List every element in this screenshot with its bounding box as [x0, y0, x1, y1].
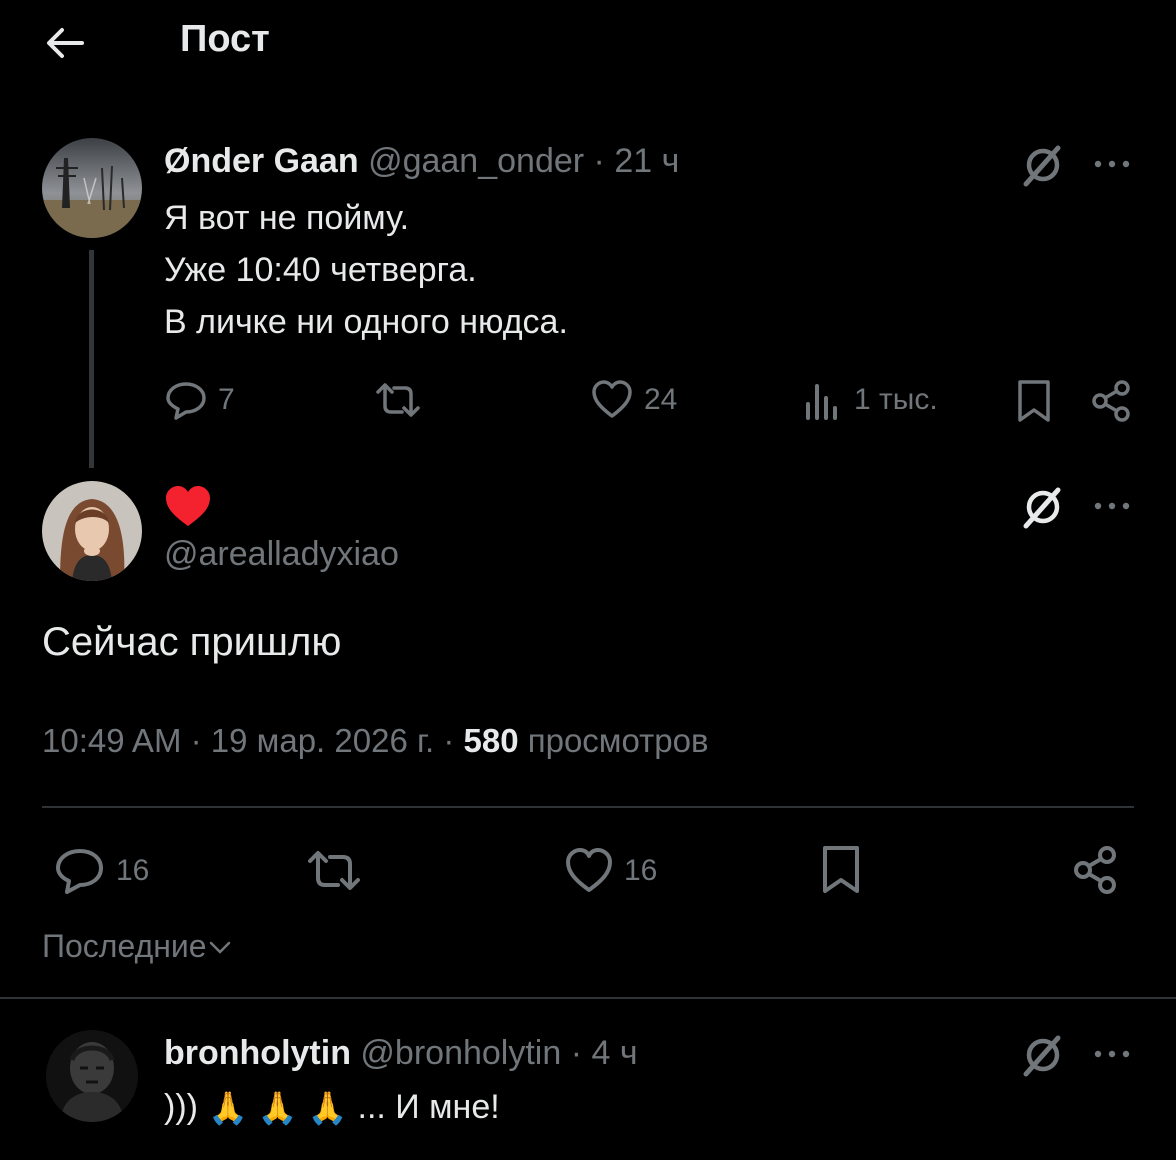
more-button[interactable]: [1090, 142, 1134, 186]
views-label: просмотров: [527, 722, 709, 759]
post-time[interactable]: 21 ч: [614, 142, 679, 180]
post-time[interactable]: 4 ч: [592, 1034, 638, 1072]
reply-count: 16: [116, 854, 150, 887]
more-dots-icon: [1094, 1050, 1130, 1058]
reply-icon: [56, 849, 103, 894]
more-dots-icon: [1094, 502, 1130, 510]
sort-label: Последние: [42, 928, 207, 964]
author-name[interactable]: Ønder Gaan: [164, 142, 359, 180]
grok-icon: [1023, 145, 1061, 187]
avatar[interactable]: [42, 138, 142, 238]
grok-button[interactable]: [1018, 482, 1068, 532]
post-header: Ønder Gaan @gaan_onder · 21 ч: [164, 142, 679, 181]
author-name[interactable]: bronholytin: [164, 1034, 351, 1072]
grok-button[interactable]: [1018, 140, 1068, 190]
like-button[interactable]: 24: [590, 378, 677, 422]
post-text: ))) 🙏 🙏 🙏 ... И мне!: [164, 1088, 500, 1127]
post-text-start: ))): [164, 1088, 198, 1126]
heart-icon: [566, 848, 612, 892]
grok-icon: [1023, 487, 1061, 529]
separator: ·: [443, 722, 455, 759]
back-button[interactable]: [40, 18, 90, 68]
avatar[interactable]: [46, 1030, 138, 1122]
bookmark-icon: [823, 846, 859, 893]
like-count: 16: [624, 854, 658, 887]
praying-hands-emoji: 🙏: [257, 1089, 298, 1126]
praying-hands-emoji: 🙏: [307, 1089, 348, 1126]
analytics-icon: [806, 384, 837, 420]
post-date[interactable]: 19 мар. 2026 г.: [211, 722, 434, 759]
grok-icon: [1023, 1035, 1061, 1077]
display-name[interactable]: [164, 484, 212, 528]
bookmark-button[interactable]: [818, 844, 864, 896]
repost-button[interactable]: [374, 378, 422, 422]
views-count: 580: [463, 722, 519, 759]
avatar-image: [42, 481, 142, 581]
more-button[interactable]: [1090, 1032, 1134, 1076]
like-button[interactable]: 16: [564, 846, 657, 896]
share-button[interactable]: [1070, 844, 1120, 896]
author-handle[interactable]: @arealladyxiao: [164, 535, 399, 574]
heart-icon: [592, 380, 632, 418]
reply-count: 7: [218, 383, 235, 416]
post-time[interactable]: 10:49 AM: [42, 722, 181, 759]
reply-button[interactable]: 16: [54, 846, 149, 896]
post-meta: 10:49 AM · 19 мар. 2026 г. · 580 просмот…: [42, 722, 708, 760]
separator: ·: [190, 722, 202, 759]
more-dots-icon: [1094, 160, 1130, 168]
author-handle[interactable]: @gaan_onder: [368, 142, 584, 180]
separator: ·: [570, 1034, 583, 1072]
share-button[interactable]: [1088, 378, 1134, 424]
post-text: Сейчас пришлю: [42, 620, 342, 664]
post-text: Я вот не пойму. Уже 10:40 четверга. В ли…: [164, 192, 568, 348]
bookmark-button[interactable]: [1012, 378, 1056, 424]
thread-line: [89, 250, 94, 468]
reply-icon: [166, 382, 206, 420]
praying-hands-emoji: 🙏: [207, 1089, 248, 1126]
arrow-left-icon: [47, 28, 84, 58]
share-icon: [1074, 846, 1116, 894]
post-text-end: ... И мне!: [357, 1088, 500, 1126]
divider: [42, 806, 1134, 808]
more-button[interactable]: [1090, 484, 1134, 528]
grok-button[interactable]: [1018, 1030, 1068, 1080]
share-icon: [1092, 380, 1130, 422]
divider: [0, 997, 1176, 999]
sort-dropdown[interactable]: Последние: [42, 928, 233, 965]
post-header: bronholytin @bronholytin · 4 ч: [164, 1034, 638, 1073]
post-text-line: Я вот не пойму.: [164, 199, 410, 237]
repost-icon: [376, 383, 420, 417]
repost-button[interactable]: [306, 846, 362, 896]
red-heart-icon: [166, 486, 210, 526]
chevron-down-icon: [209, 941, 230, 954]
avatar-image: [42, 138, 142, 238]
repost-icon: [308, 851, 360, 890]
avatar[interactable]: [42, 481, 142, 581]
avatar-image: [46, 1030, 138, 1122]
views-button[interactable]: 1 тыс.: [800, 378, 938, 422]
like-count: 24: [644, 383, 678, 416]
separator: ·: [593, 142, 605, 180]
page-title: Пост: [180, 18, 270, 60]
views-count: 1 тыс.: [854, 383, 938, 416]
author-handle[interactable]: @bronholytin: [360, 1034, 561, 1072]
reply-button[interactable]: 7: [164, 378, 235, 422]
bookmark-icon: [1018, 380, 1050, 422]
post-text-line: Уже 10:40 четверга.: [164, 251, 477, 289]
post-text-line: В личке ни одного нюдса.: [164, 303, 568, 341]
